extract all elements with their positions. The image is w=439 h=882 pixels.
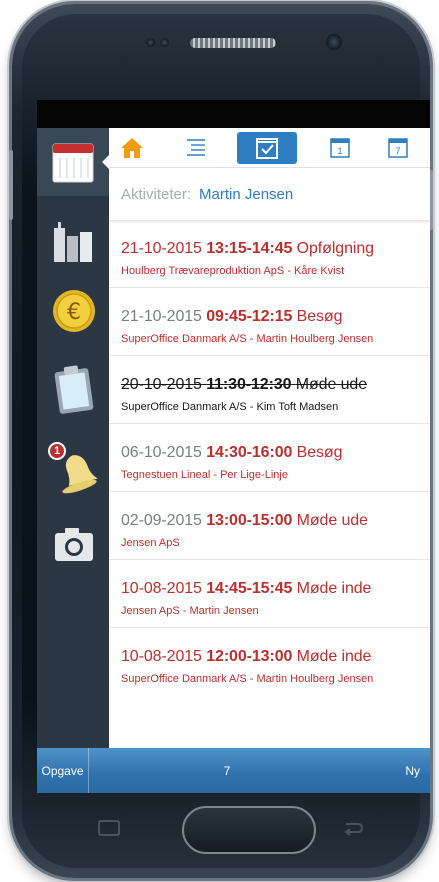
new-button[interactable]: Ny (405, 748, 420, 793)
volume-button (9, 150, 13, 220)
activity-date: 10-08-2015 (121, 648, 202, 665)
list-item[interactable]: 21-10-2015 09:45-12:15 Besøg SuperOffice… (109, 288, 430, 356)
activity-title: Møde ude (296, 512, 368, 529)
status-bar (37, 100, 430, 128)
home-icon (121, 138, 143, 158)
activity-date: 21-10-2015 (121, 308, 202, 325)
new-task-button[interactable]: Opgave (37, 748, 89, 793)
svg-text:€: € (67, 300, 81, 325)
activity-list: 21-10-2015 13:15-14:45 Opfølgning Houlbe… (109, 220, 430, 696)
sidebar-item-camera[interactable] (51, 522, 97, 568)
sensor-icon (160, 38, 169, 47)
activity-title: Opfølgning (296, 240, 374, 257)
activity-date: 10-08-2015 (121, 580, 202, 597)
list-icon (187, 139, 205, 156)
activity-summary: 10-08-2015 14:45-15:45 Møde inde (121, 580, 430, 598)
sidebar: € 1 (37, 128, 110, 748)
view-tabs: 1 7 (109, 128, 430, 168)
list-item[interactable]: 10-08-2015 12:00-13:00 Møde inde SuperOf… (109, 628, 430, 696)
header-label: Aktiviteter: (121, 185, 192, 203)
activity-title: Besøg (296, 308, 343, 325)
activity-summary: 02-09-2015 13:00-15:00 Møde ude (121, 512, 430, 530)
activity-time: 13:00-15:00 (206, 512, 293, 529)
tab-week[interactable]: 7 (381, 132, 415, 164)
activity-contact: SuperOffice Danmark A/S - Martin Houlber… (121, 333, 374, 345)
list-item[interactable]: 06-10-2015 14:30-16:00 Besøg Tegnestuen … (109, 424, 430, 492)
count-label: 7 (223, 763, 231, 778)
activity-time: 12:00-13:00 (206, 648, 293, 665)
header-person[interactable]: Martin Jensen (199, 186, 293, 203)
activity-time: 14:30-16:00 (206, 444, 293, 461)
sidebar-item-calendar[interactable] (37, 128, 110, 196)
activity-summary: 06-10-2015 14:30-16:00 Besøg (121, 444, 430, 462)
clipboard-icon (54, 365, 94, 414)
calendar-icon (52, 143, 94, 183)
home-button[interactable] (182, 806, 316, 854)
activity-summary: 21-10-2015 13:15-14:45 Opfølgning (121, 240, 430, 258)
tab-tasks[interactable] (237, 132, 297, 164)
list-item[interactable]: 02-09-2015 13:00-15:00 Møde ude Jensen A… (109, 492, 430, 560)
activity-time: 14:45-15:45 (206, 580, 293, 597)
activity-date: 20-10-2015 (121, 376, 202, 393)
list-item[interactable]: 21-10-2015 13:15-14:45 Opfølgning Houlbe… (109, 220, 430, 288)
calendar-day-1-icon: 1 (330, 138, 350, 158)
activity-contact: SuperOffice Danmark A/S - Kim Toft Madse… (121, 401, 339, 413)
activity-summary: 10-08-2015 12:00-13:00 Møde inde (121, 648, 430, 666)
activity-title: Møde inde (296, 580, 372, 597)
list-item[interactable]: 10-08-2015 14:45-15:45 Møde inde Jensen … (109, 560, 430, 628)
svg-text:1: 1 (337, 146, 342, 156)
calendar-week-7-icon: 7 (388, 138, 408, 158)
activity-summary: 21-10-2015 09:45-12:15 Besøg (121, 308, 430, 326)
activity-date: 06-10-2015 (121, 444, 202, 461)
earpiece-speaker (190, 38, 276, 48)
app-screen: € 1 1 7 Aktiviteter: Martin Jensen 21-10… (37, 100, 430, 793)
svg-text:7: 7 (395, 146, 400, 156)
activity-date: 21-10-2015 (121, 240, 202, 257)
activity-summary: 20-10-2015 11:30-12:30 Møde ude (121, 376, 430, 394)
camera-icon (55, 528, 93, 561)
activity-time: 09:45-12:15 (206, 308, 293, 325)
activity-contact: Jensen ApS - Martin Jensen (121, 605, 259, 617)
activity-title: Besøg (296, 444, 343, 461)
front-camera-icon (326, 34, 342, 50)
euro-coin-icon: € (53, 290, 95, 332)
buildings-icon (54, 222, 92, 262)
activity-title: Møde ude (295, 376, 368, 393)
sidebar-item-sales[interactable]: € (51, 288, 97, 334)
activity-title: Møde inde (296, 648, 372, 665)
activities-header: Aktiviteter: Martin Jensen (109, 168, 430, 220)
activity-contact: Houlberg Trævareproduktion ApS - Kåre Kv… (121, 265, 345, 277)
list-item[interactable]: 20-10-2015 11:30-12:30 Møde ude SuperOff… (109, 356, 430, 424)
recent-apps-icon[interactable] (96, 818, 122, 844)
bottom-bar: Opgave 7 Ny (37, 748, 430, 793)
back-icon[interactable] (340, 818, 366, 844)
notification-badge: 1 (48, 442, 66, 460)
activity-contact: Jensen ApS (121, 537, 180, 549)
tab-day[interactable]: 1 (323, 132, 357, 164)
activity-contact: Tegnestuen Lineal - Per Lige-Linje (121, 469, 288, 481)
activity-time: 11:30-12:30 (206, 376, 292, 393)
checkbox-calendar-icon (256, 138, 278, 159)
sidebar-item-companies[interactable] (51, 218, 97, 264)
sidebar-item-projects[interactable] (51, 364, 97, 414)
activity-contact: SuperOffice Danmark A/S - Martin Houlber… (121, 673, 374, 685)
activity-time: 13:15-14:45 (206, 240, 293, 257)
tab-home[interactable] (115, 132, 149, 164)
activity-date: 02-09-2015 (121, 512, 202, 529)
tab-list[interactable] (179, 132, 213, 164)
sidebar-item-notifications[interactable]: 1 (48, 442, 98, 494)
sensor-icon (146, 38, 155, 47)
